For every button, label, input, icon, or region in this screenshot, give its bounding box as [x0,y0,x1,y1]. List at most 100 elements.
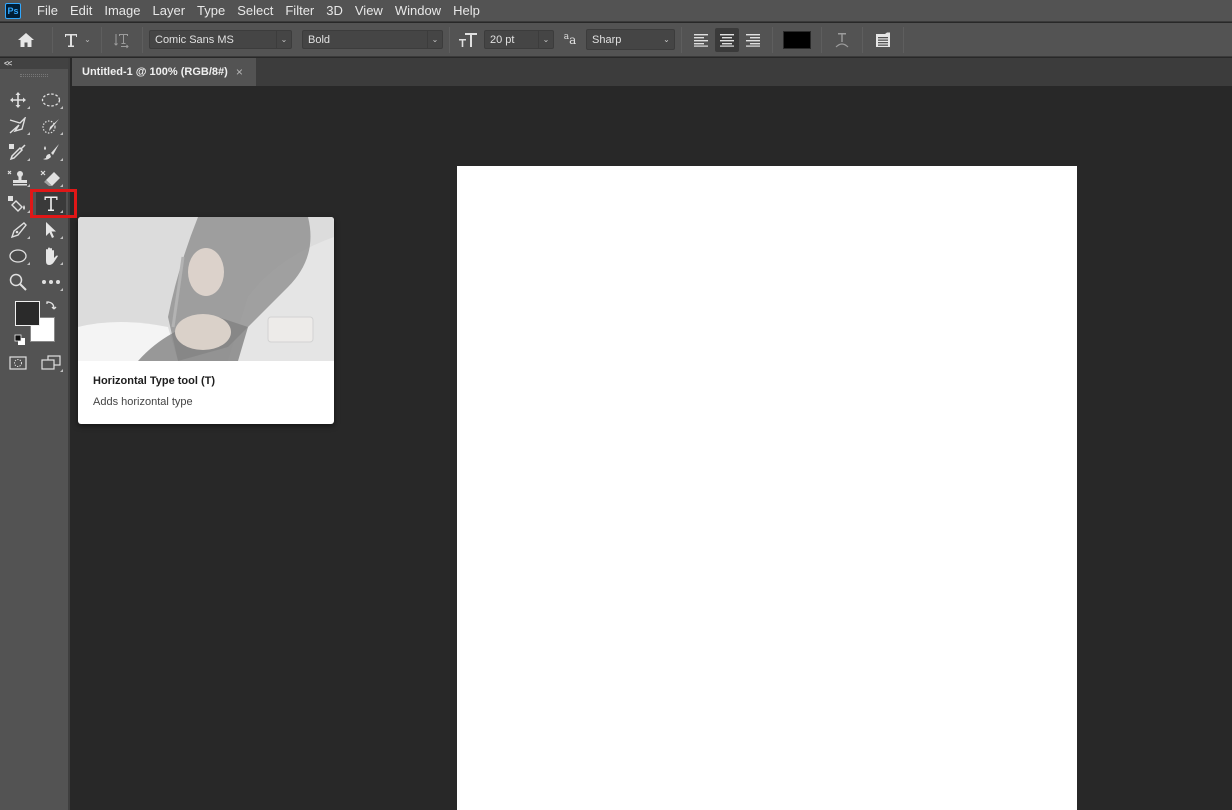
arrow-icon [46,221,56,238]
document-tab-bar: Untitled-1 @ 100% (RGB/8#) × [72,58,1232,86]
edit-toolbar-button[interactable] [36,269,66,294]
font-style-value: Bold [308,33,331,46]
move-tool[interactable] [3,87,33,112]
quick-mask-button[interactable] [3,350,33,375]
clone-stamp-tool[interactable] [3,165,33,190]
home-icon [18,32,34,47]
align-left-icon [694,33,708,47]
ellipse-tool[interactable] [3,243,33,268]
paint-bucket-tool[interactable] [3,191,33,216]
font-size-value: 20 pt [490,33,515,46]
menu-bar: Ps File Edit Image Layer Type Select Fil… [0,0,1232,22]
ellipse-marquee-icon [41,92,61,107]
menu-image[interactable]: Image [98,0,146,22]
toggle-text-orientation-button[interactable] [108,27,136,53]
character-paragraph-panels-icon [876,32,890,47]
brush-icon [43,143,59,160]
anti-aliasing-value: Sharp [592,33,622,46]
tool-tooltip: Horizontal Type tool (T) Adds horizontal… [78,217,334,424]
document-tab[interactable]: Untitled-1 @ 100% (RGB/8#) × [72,58,256,86]
font-size-select[interactable]: 20 pt ⌄ [484,30,554,49]
eraser-tool[interactable] [36,165,66,190]
anti-aliasing-label: aa [554,27,586,53]
character-paragraph-panels-button[interactable] [869,27,897,53]
separator [862,26,863,53]
screen-mode-icon [41,354,61,370]
anti-aliasing-select[interactable]: Sharp ⌄ [586,29,675,50]
chevron-down-icon: ⌄ [276,31,291,48]
warp-text-icon [835,32,849,47]
align-center-button[interactable] [715,27,739,52]
stamp-icon [7,170,27,185]
separator [142,26,143,53]
menu-view[interactable]: View [349,0,389,22]
brush-tool[interactable] [36,139,66,164]
type-tool-icon [65,33,78,47]
toolbox-panel: << [0,58,70,810]
chevron-down-icon: ⌄ [427,31,442,48]
menu-file[interactable]: File [31,0,64,22]
separator [52,26,53,53]
tooltip-preview-image [78,217,334,361]
font-size-icon [459,32,477,47]
quick-selection-tool[interactable] [36,113,66,138]
menu-layer[interactable]: Layer [147,0,192,22]
quick-mask-icon [9,355,27,370]
eyedropper-icon [9,143,26,160]
zoom-icon [9,273,27,291]
menu-window[interactable]: Window [389,0,447,22]
paint-bucket-icon [8,195,25,212]
collapse-toolbox-button[interactable]: << [0,58,68,69]
anti-aliasing-icon: aa [563,32,577,47]
tool-preset-picker[interactable]: ⌄ [59,27,95,53]
home-button[interactable] [6,27,46,53]
default-colors-button[interactable] [14,333,26,345]
hand-tool[interactable] [36,243,66,268]
zoom-tool[interactable] [3,269,33,294]
menu-filter[interactable]: Filter [279,0,320,22]
chevron-down-icon: ⌄ [538,31,553,48]
align-center-icon [720,33,734,47]
chevron-down-icon: ⌄ [663,35,670,44]
warp-text-button[interactable] [828,27,856,53]
tooltip-title: Horizontal Type tool (T) [93,375,216,387]
pen-icon [10,221,27,238]
font-family-value: Comic Sans MS [155,33,234,46]
default-colors-icon [14,334,25,345]
foreground-color-swatch[interactable] [15,301,40,326]
menu-type[interactable]: Type [191,0,231,22]
eyedropper-tool[interactable] [3,139,33,164]
document-canvas[interactable] [457,166,1077,810]
align-right-button[interactable] [741,28,765,52]
swap-colors-button[interactable] [44,300,58,314]
horizontal-type-tool[interactable] [36,191,66,216]
separator [449,26,450,53]
align-left-button[interactable] [689,28,713,52]
options-bar: ⌄ Comic Sans MS ⌄ Bold ⌄ 20 pt ⌄ aa Shar… [0,23,1232,57]
align-right-icon [746,33,760,47]
quick-selection-icon [42,118,59,134]
pen-tool[interactable] [3,217,33,242]
more-icon [42,279,60,284]
polygonal-lasso-tool[interactable] [3,113,33,138]
toolbox-grip[interactable] [0,69,68,81]
lasso-icon [9,116,26,134]
font-size-label [456,27,480,53]
menu-select[interactable]: Select [231,0,279,22]
text-color-swatch[interactable] [783,30,811,49]
menu-3d[interactable]: 3D [320,0,349,22]
photoshop-logo: Ps [5,2,21,19]
separator [772,26,773,53]
elliptical-marquee-tool[interactable] [36,87,66,112]
screen-mode-button[interactable] [36,350,66,375]
path-selection-tool[interactable] [36,217,66,242]
close-icon[interactable]: × [236,65,243,79]
font-style-select[interactable]: Bold ⌄ [302,30,443,49]
document-tab-title: Untitled-1 @ 100% (RGB/8#) [82,66,228,78]
menu-edit[interactable]: Edit [64,0,98,22]
eraser-icon [40,170,60,186]
menu-help[interactable]: Help [447,0,486,22]
font-family-select[interactable]: Comic Sans MS ⌄ [149,30,292,49]
separator [681,26,682,53]
tooltip-description: Adds horizontal type [93,396,193,408]
